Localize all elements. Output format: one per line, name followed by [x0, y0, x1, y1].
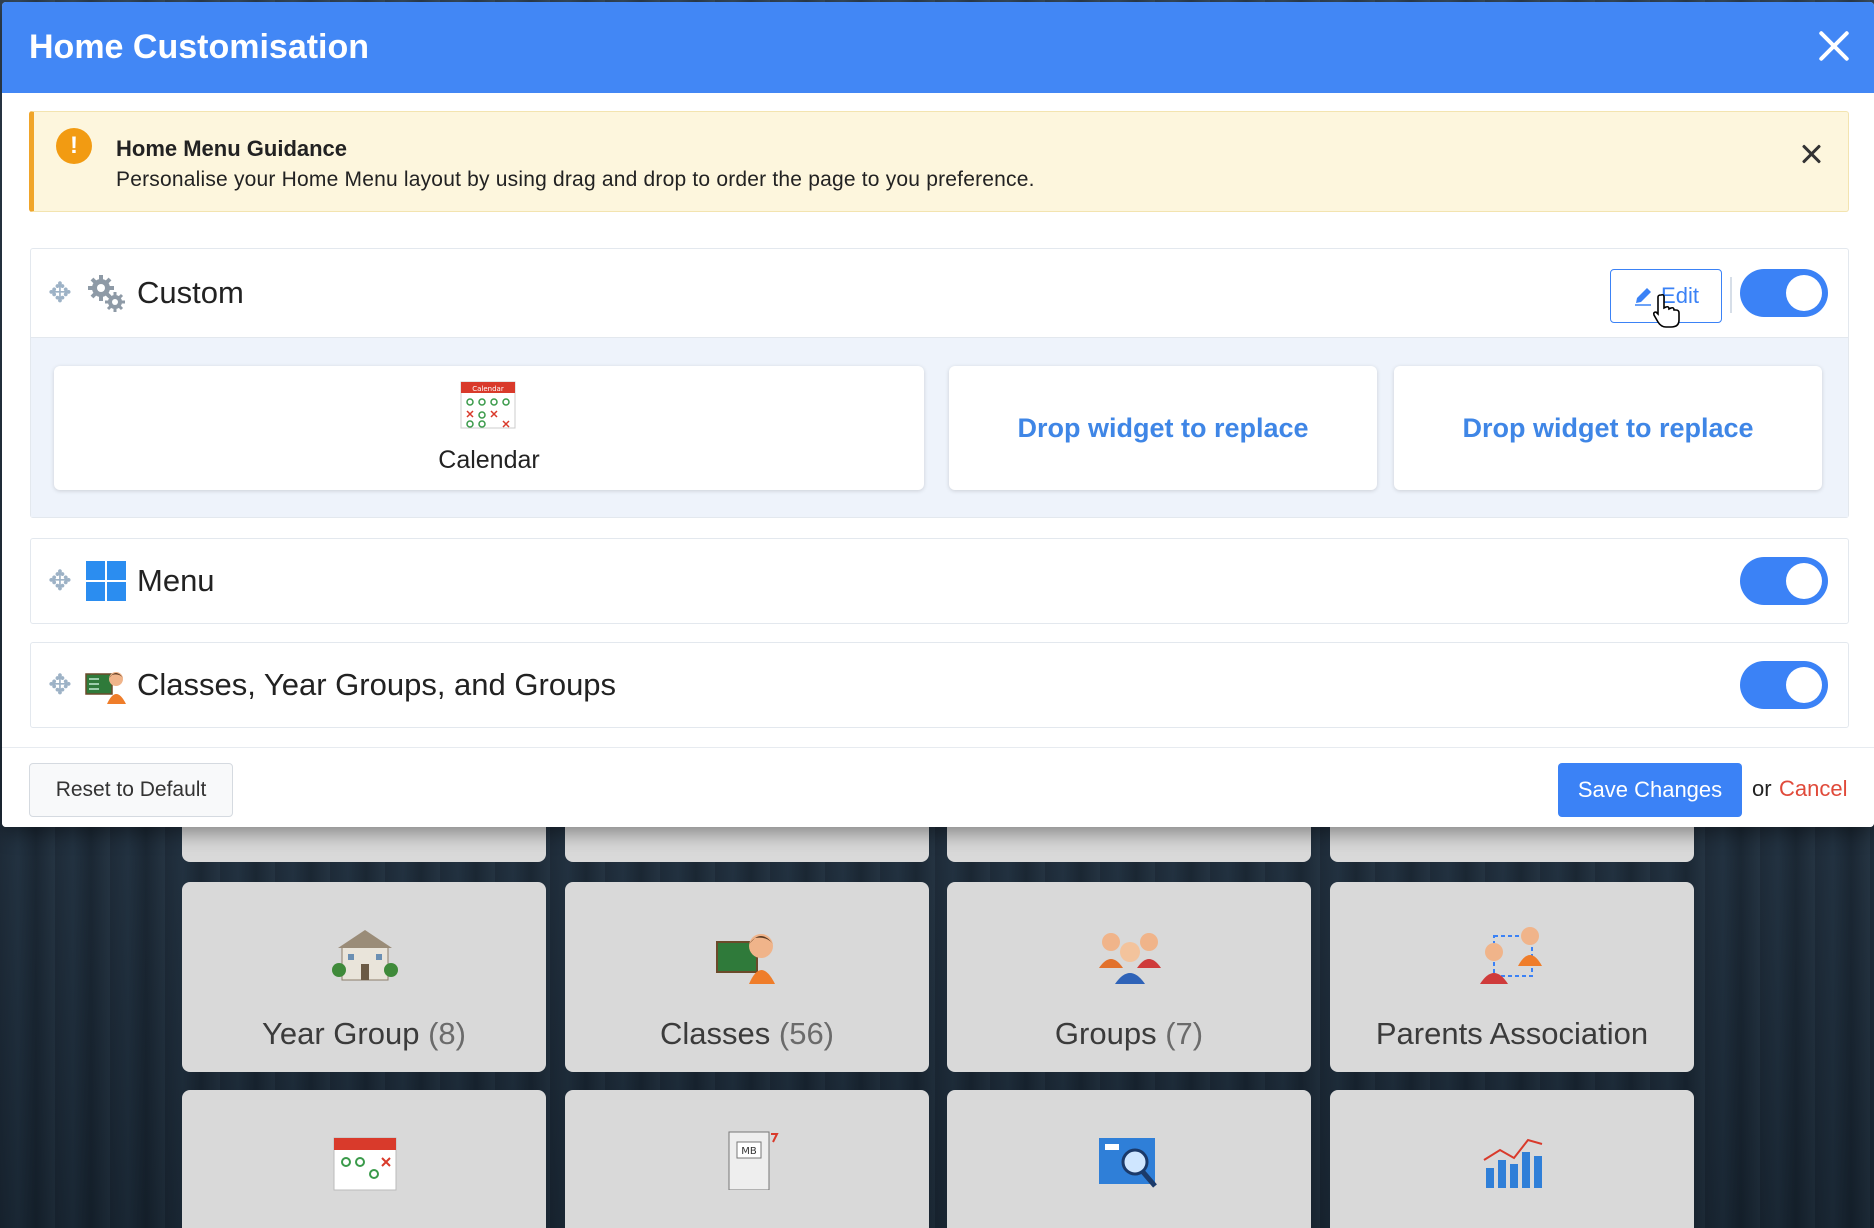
- bg-tile-groups[interactable]: Groups (7): [947, 882, 1311, 1072]
- drop-slot-label: Drop widget to replace: [1462, 412, 1754, 443]
- tile-count: (8): [428, 1016, 466, 1051]
- widget-drop-slot-1[interactable]: Drop widget to replace: [949, 366, 1377, 490]
- tile-name: Groups: [1054, 1016, 1157, 1051]
- classroom-icon: [85, 672, 126, 704]
- modal-footer: Reset to Default Save Changes or Cancel: [2, 747, 1874, 827]
- toggle-custom[interactable]: [1740, 269, 1828, 317]
- close-icon[interactable]: [1816, 28, 1852, 64]
- tile-name: Classes: [659, 1016, 771, 1051]
- attendance-calendar-icon: [333, 1137, 397, 1191]
- tile-label: Parents Association: [1330, 1016, 1694, 1052]
- report-icon-text: MB: [741, 1146, 757, 1157]
- section-classes-groups[interactable]: ✥ Classes, Year Groups, and Groups: [30, 642, 1849, 728]
- cancel-link[interactable]: Cancel: [1779, 776, 1847, 802]
- report-cards-icon: MB: [728, 1131, 779, 1190]
- drag-handle-icon[interactable]: ✥: [45, 278, 75, 308]
- section-classes-header: ✥ Classes, Year Groups, and Groups: [31, 643, 1848, 727]
- guidance-alert: ! Home Menu Guidance Personalise your Ho…: [29, 111, 1849, 212]
- bg-tile-report-cards[interactable]: MB: [565, 1090, 929, 1228]
- tile-label: Classes (56): [565, 1016, 929, 1052]
- section-menu-header: ✥ Menu: [31, 539, 1848, 623]
- reset-to-default-button[interactable]: Reset to Default: [29, 763, 233, 817]
- bg-tile-attendance[interactable]: [182, 1090, 546, 1228]
- widget-calendar-label: Calendar: [438, 446, 540, 474]
- divider: [1730, 277, 1732, 313]
- toggle-classes-groups[interactable]: [1740, 661, 1828, 709]
- modal-header: Home Customisation: [2, 2, 1874, 93]
- warning-icon: !: [56, 128, 92, 164]
- hand-pointer-icon: [1652, 293, 1680, 328]
- alert-text: Personalise your Home Menu layout by usi…: [116, 168, 1035, 191]
- section-menu[interactable]: ✥ Menu: [30, 538, 1849, 624]
- section-custom-label: Custom: [137, 275, 244, 310]
- tile-label: Year Group (8): [182, 1016, 546, 1052]
- or-text: or: [1752, 776, 1772, 801]
- bg-tile-classes[interactable]: Classes (56): [565, 882, 929, 1072]
- home-customisation-modal: Home Customisation ! Home Menu Guidance …: [2, 2, 1874, 827]
- windows-grid-icon: [86, 561, 126, 601]
- calendar-icon: Calendar: [460, 381, 516, 429]
- drop-slot-label: Drop widget to replace: [1017, 412, 1309, 443]
- gear-icon: [88, 275, 125, 312]
- calendar-icon-text: Calendar: [472, 385, 504, 393]
- widget-calendar[interactable]: Calendar Calendar: [54, 366, 924, 490]
- section-custom[interactable]: ✥ Custom Edit Calendar Calendar Drop wid…: [30, 248, 1849, 518]
- people-group-icon: [1099, 933, 1161, 984]
- bg-tile-year-group[interactable]: Year Group (8): [182, 882, 546, 1072]
- pencil-icon: [1635, 288, 1652, 306]
- section-menu-label: Menu: [137, 563, 215, 598]
- parents-association-icon: [1480, 927, 1542, 984]
- save-changes-button[interactable]: Save Changes: [1558, 763, 1742, 817]
- custom-widgets-area: Calendar Calendar Drop widget to replace: [31, 337, 1848, 517]
- modal-title: Home Customisation: [29, 28, 370, 66]
- drag-handle-icon[interactable]: ✥: [45, 670, 75, 700]
- school-building-icon: [332, 930, 398, 981]
- widget-drop-slot-2[interactable]: Drop widget to replace: [1394, 366, 1822, 490]
- alert-close-icon[interactable]: [1800, 142, 1824, 166]
- section-custom-header: ✥ Custom Edit: [31, 249, 1848, 337]
- tile-count: (7): [1165, 1016, 1204, 1051]
- bg-tile-parents-association[interactable]: Parents Association: [1330, 882, 1694, 1072]
- alert-title: Home Menu Guidance: [116, 136, 348, 161]
- bg-tile-search[interactable]: [947, 1090, 1311, 1228]
- classroom-icon: [716, 934, 775, 984]
- tile-count: (56): [778, 1016, 835, 1051]
- drag-handle-icon[interactable]: ✥: [45, 566, 75, 596]
- tile-name: Parents Association: [1375, 1016, 1649, 1051]
- search-document-icon: [1099, 1138, 1157, 1188]
- bar-chart-icon: [1483, 1138, 1543, 1188]
- bg-tile-analytics[interactable]: [1330, 1090, 1694, 1228]
- tile-name: Year Group: [262, 1016, 420, 1051]
- toggle-menu[interactable]: [1740, 557, 1828, 605]
- section-classes-label: Classes, Year Groups, and Groups: [137, 667, 617, 702]
- tile-label: Groups (7): [947, 1016, 1311, 1052]
